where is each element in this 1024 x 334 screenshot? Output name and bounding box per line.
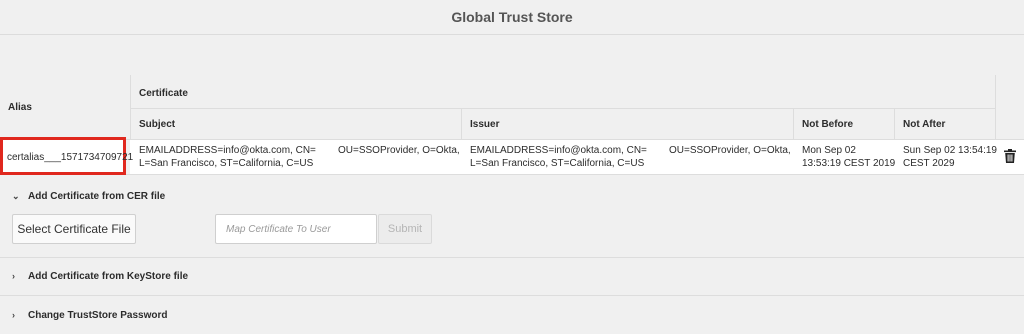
alias-header: Alias (8, 102, 32, 113)
alias-value: certalias___1571734709721 (7, 152, 134, 163)
alias-cell-highlight[interactable]: certalias___1571734709721 (0, 137, 133, 175)
certificate-table: Alias Certificate Subject Issuer Not Bef… (0, 35, 1024, 175)
submit-button[interactable]: Submit (378, 214, 432, 244)
section-change-password-label: Change TrustStore Password (28, 309, 168, 321)
window-title: Global Trust Store (0, 0, 1024, 35)
section-divider (0, 257, 1024, 258)
not-after-value-line2: CEST 2029 (903, 158, 955, 169)
subject-value-line2: L=San Francisco, ST=California, C=US (139, 158, 314, 169)
not-before-value-line2: 13:53:19 CEST 2019 (802, 158, 896, 169)
subject-value-line1b: OU=SSOProvider, O=Okta, (338, 145, 460, 156)
section-add-keystore[interactable]: › Add Certificate from KeyStore file (0, 269, 1024, 283)
header-divider (130, 108, 996, 109)
subject-value-line1: EMAILADDRESS=info@okta.com, CN= (139, 145, 316, 156)
not-after-value-line1: Sun Sep 02 13:54:19 (903, 145, 997, 156)
not-after-header: Not After (903, 119, 946, 130)
issuer-value-line2: L=San Francisco, ST=California, C=US (470, 158, 645, 169)
not-before-header: Not Before (802, 119, 854, 130)
chevron-right-icon: › (12, 271, 15, 281)
select-certificate-file-button[interactable]: Select Certificate File (12, 214, 136, 244)
section-change-password[interactable]: › Change TrustStore Password (0, 308, 1024, 322)
certificate-header: Certificate (139, 88, 188, 99)
map-certificate-to-user-input[interactable] (215, 214, 377, 244)
issuer-value-line1: EMAILADDRESS=info@okta.com, CN= (470, 145, 647, 156)
subject-header: Subject (139, 119, 176, 130)
section-divider (0, 295, 1024, 296)
row-divider (0, 174, 1024, 175)
issuer-header: Issuer (470, 119, 500, 130)
chevron-down-icon: ⌄ (12, 190, 20, 201)
section-add-cer-label: Add Certificate from CER file (28, 190, 166, 202)
section-add-keystore-label: Add Certificate from KeyStore file (28, 270, 189, 282)
section-add-cer[interactable]: ⌄ Add Certificate from CER file (0, 189, 1024, 203)
issuer-value-line1b: OU=SSOProvider, O=Okta, (669, 145, 791, 156)
trash-icon[interactable] (1004, 149, 1016, 163)
row-divider (0, 139, 1024, 140)
chevron-right-icon: › (12, 310, 15, 320)
not-before-value-line1: Mon Sep 02 (802, 145, 856, 156)
